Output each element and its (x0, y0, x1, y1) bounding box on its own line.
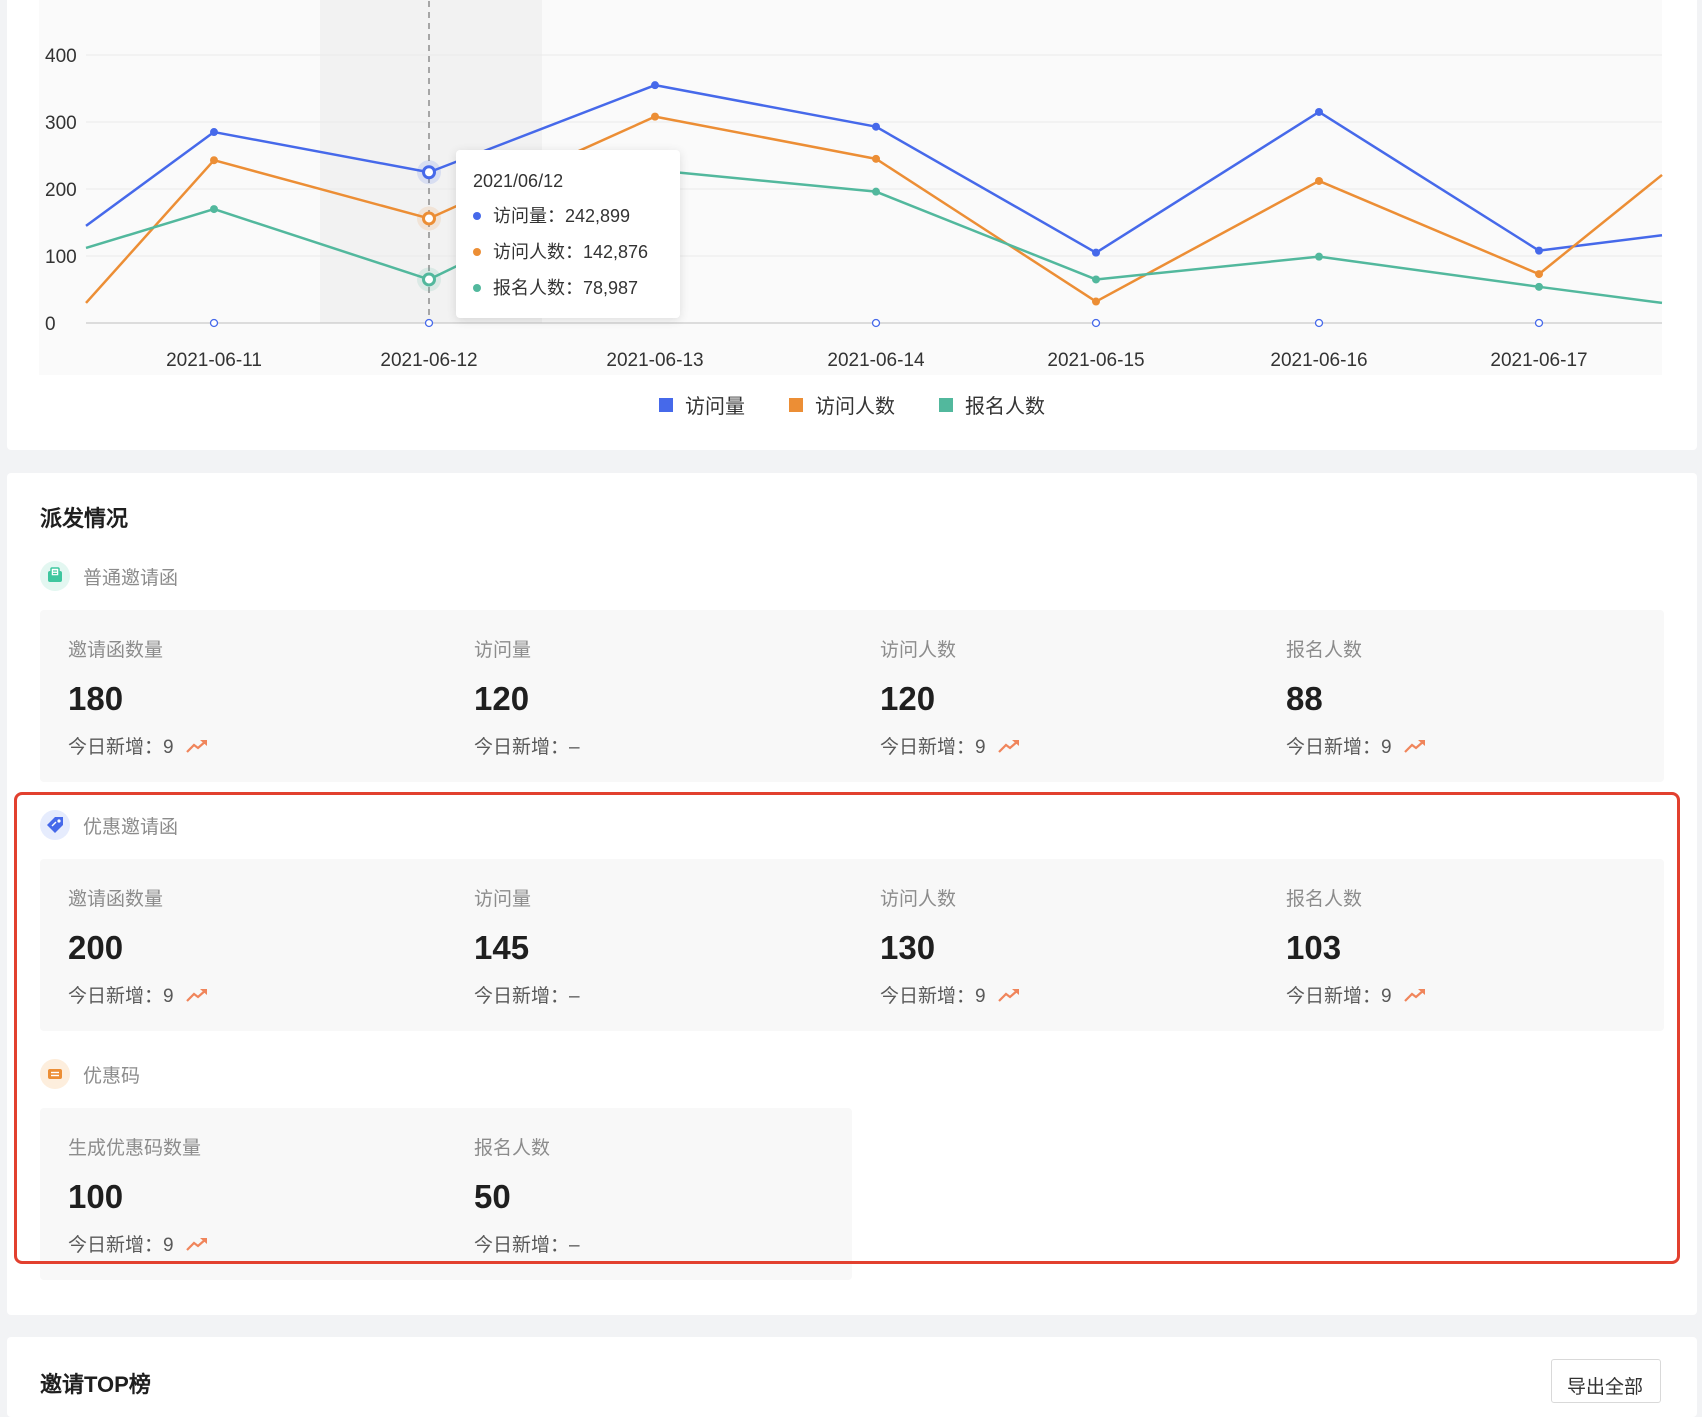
data-point (1535, 282, 1543, 291)
stat-label: 邀请函数量 (68, 640, 164, 661)
group-name: 普通邀请函 (83, 567, 179, 589)
stat-label: 访问量 (474, 640, 532, 661)
tooltip-row-visitors: 访问人数：142,876 (473, 234, 680, 270)
x-axis-tick-marker (1534, 318, 1544, 328)
hover-data-point (422, 165, 436, 180)
stat-today: 今日新增：– (474, 732, 852, 759)
stat-value: 120 (474, 680, 530, 717)
hover-data-point (422, 211, 436, 226)
data-point (1315, 176, 1323, 185)
stat-today-text: 今日新增：– (474, 737, 580, 758)
tooltip-title: 2021/06/12 (473, 171, 564, 191)
hover-data-point (422, 272, 436, 287)
x-tick-label: 2021-06-14 (827, 350, 925, 371)
stat-value: 180 (68, 680, 124, 717)
x-tick-label: 2021-06-17 (1490, 350, 1587, 371)
data-point (210, 205, 218, 214)
tooltip-row-label: 报名人数：78,987 (493, 278, 639, 298)
plot-background (39, 0, 1662, 375)
section-title: 邀请TOP榜 (40, 1372, 151, 1397)
data-point (1535, 270, 1543, 279)
legend-item-visitors[interactable]: 访问人数 (789, 390, 895, 419)
x-axis-tick-marker (209, 318, 219, 328)
export-all-button[interactable]: 导出全部 (1551, 1359, 1661, 1403)
stat-value: 120 (880, 680, 936, 717)
tooltip-row-signups: 报名人数：78,987 (473, 270, 680, 306)
stat-invitation-count: 邀请函数量 180 今日新增：9 (40, 610, 446, 782)
legend-label: 报名人数 (965, 396, 1045, 418)
tooltip-row-visits: 访问量：242,899 (473, 198, 680, 234)
stat-today: 今日新增：9 (1286, 732, 1664, 759)
legend-label: 访问量 (685, 396, 745, 418)
stat-value: 88 (1286, 680, 1323, 717)
stat-today: 今日新增：9 (880, 732, 1258, 759)
data-point (651, 81, 659, 90)
stat-today-text: 今日新增：9 (1286, 737, 1392, 758)
legend-label: 访问人数 (815, 396, 895, 418)
trend-up-icon (997, 739, 1019, 753)
tooltip-row-label: 访问人数：142,876 (493, 242, 649, 262)
stat-today: 今日新增：9 (68, 732, 446, 759)
stat-today-text: 今日新增：9 (68, 737, 174, 758)
legend-swatch-icon (789, 397, 803, 412)
stat-visits: 访问量 120 今日新增：– (446, 610, 852, 782)
stat-visitors: 访问人数 120 今日新增：9 (852, 610, 1258, 782)
stat-label: 访问人数 (880, 640, 957, 661)
x-axis-tick-marker (424, 318, 434, 328)
x-tick-label: 2021-06-12 (380, 350, 477, 371)
x-axis-tick-marker (871, 318, 881, 328)
trend-up-icon (1403, 739, 1425, 753)
trend-chart-card: 0 100 200 300 400 2021-06-11 2021-06-12 2021-06… (7, 0, 1697, 450)
dot-icon (473, 248, 481, 256)
x-tick-label: 2021-06-13 (606, 350, 703, 371)
y-tick-label: 100 (45, 247, 77, 268)
invitation-icon (40, 561, 70, 591)
data-point (1092, 297, 1100, 306)
stat-label: 报名人数 (1286, 640, 1363, 661)
y-tick-label: 400 (45, 46, 77, 67)
x-tick-label: 2021-06-11 (166, 350, 262, 371)
legend-item-visits[interactable]: 访问量 (659, 390, 745, 419)
group-header-normal-invitation: 普通邀请函 (40, 561, 178, 591)
trend-line-chart: 0 100 200 300 400 2021-06-11 2021-06-12 2021-06… (39, 0, 1663, 375)
section-title: 派发情况 (40, 506, 129, 531)
y-tick-label: 0 (45, 314, 56, 335)
data-point (210, 128, 218, 137)
dot-icon (473, 284, 481, 292)
data-point (1315, 252, 1323, 261)
x-axis-tick-marker (1091, 318, 1101, 328)
invite-top-list-card: 邀请TOP榜 导出全部 (7, 1337, 1697, 1417)
data-point (1092, 248, 1100, 257)
stat-box-normal-invitation: 邀请函数量 180 今日新增：9 访问量 120 今日新增：– 访问人数 120… (40, 610, 1664, 782)
y-tick-label: 200 (45, 180, 77, 201)
chart-legend: 访问量 访问人数 报名人数 (7, 390, 1697, 419)
data-point (872, 187, 880, 196)
data-point (872, 122, 880, 131)
data-point (1092, 275, 1100, 284)
x-tick-label: 2021-06-16 (1270, 350, 1367, 371)
data-point (1315, 107, 1323, 116)
y-tick-label: 300 (45, 113, 77, 134)
stat-today-text: 今日新增：9 (880, 737, 986, 758)
x-tick-label: 2021-06-15 (1047, 350, 1144, 371)
data-point (651, 112, 659, 121)
trend-up-icon (185, 739, 207, 753)
stat-signups: 报名人数 88 今日新增：9 (1258, 610, 1664, 782)
data-point (210, 156, 218, 165)
tooltip-row-label: 访问量：242,899 (493, 206, 631, 226)
data-point (872, 154, 880, 163)
legend-swatch-icon (659, 397, 673, 412)
data-point (1535, 246, 1543, 255)
chart-tooltip: 2021/06/12 访问量：242,899 访问人数：142,876 报名人数… (456, 150, 680, 318)
legend-item-signups[interactable]: 报名人数 (939, 390, 1045, 419)
legend-swatch-icon (939, 397, 953, 412)
dot-icon (473, 212, 481, 220)
highlight-annotation-box (14, 792, 1680, 1264)
x-axis-tick-marker (1314, 318, 1324, 328)
